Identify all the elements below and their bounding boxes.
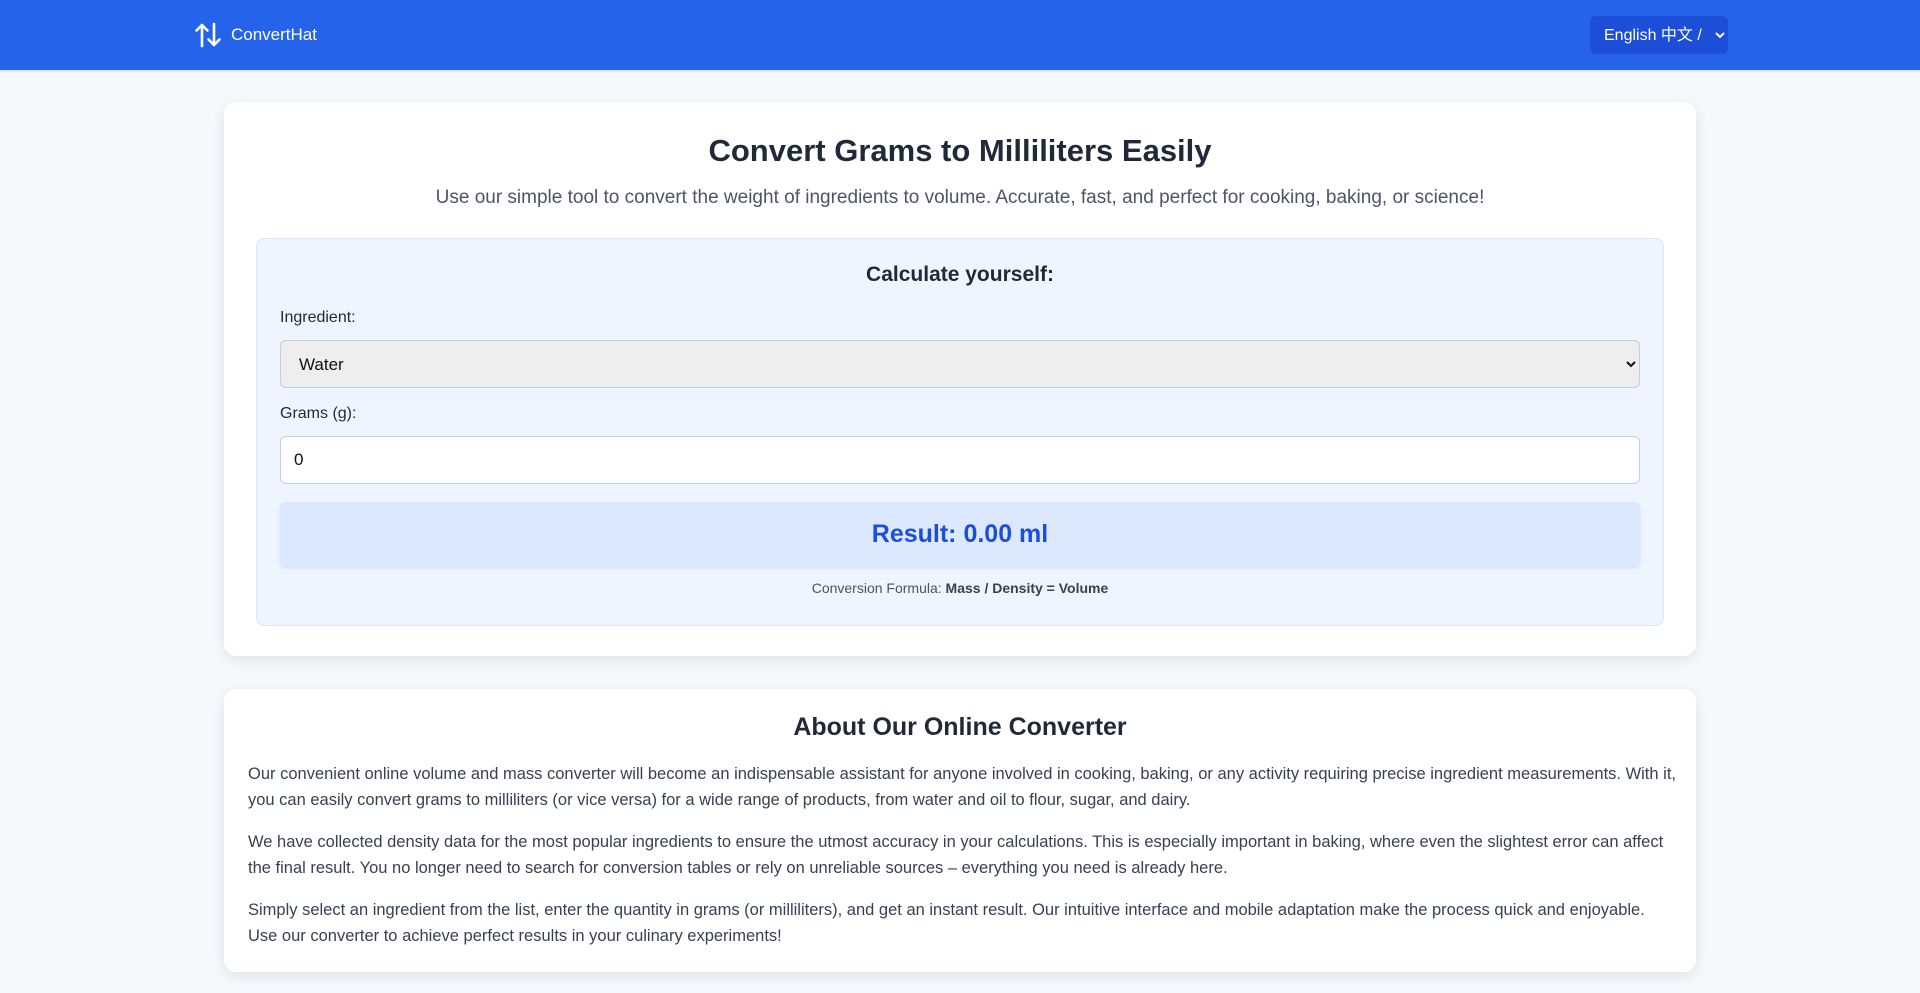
formula-prefix: Conversion Formula: bbox=[811, 580, 942, 596]
about-paragraph: Our convenient online volume and mass co… bbox=[248, 765, 1676, 809]
converter-card: Convert Grams to Milliliters Easily Use … bbox=[224, 102, 1696, 656]
arrows-up-down-icon bbox=[195, 22, 221, 48]
about-card: About Our Online Converter Our convenien… bbox=[224, 689, 1696, 972]
ingredient-label: Ingredient: bbox=[280, 309, 356, 326]
calculator-title: Calculate yourself: bbox=[866, 263, 1054, 286]
brand-name: ConvertHat bbox=[231, 25, 317, 44]
page-subtitle: Use our simple tool to convert the weigh… bbox=[435, 187, 1485, 208]
page-title: Convert Grams to Milliliters Easily bbox=[708, 133, 1212, 168]
about-title: About Our Online Converter bbox=[793, 713, 1127, 741]
about-paragraph: We have collected density data for the m… bbox=[248, 833, 1664, 877]
ingredient-select[interactable]: Water bbox=[280, 340, 1640, 388]
grams-label: Grams (g): bbox=[280, 405, 357, 422]
calculator-panel: Calculate yourself: Ingredient: Water Gr… bbox=[256, 238, 1664, 626]
result-text: Result: 0.00 ml bbox=[871, 519, 1049, 548]
language-select[interactable]: English 中文 / 🇬🇧 bbox=[1590, 16, 1728, 54]
conversion-formula: Conversion Formula: Mass / Density = Vol… bbox=[257, 580, 1663, 596]
top-navbar: ConvertHat English 中文 / 🇬🇧 bbox=[0, 0, 1920, 70]
about-paragraph: Simply select an ingredient from the lis… bbox=[248, 901, 1645, 945]
brand-link[interactable]: ConvertHat bbox=[193, 20, 317, 50]
grams-input[interactable] bbox=[280, 436, 1640, 484]
result-display: Result: 0.00 ml bbox=[280, 502, 1640, 566]
formula-text: Mass / Density = Volume bbox=[945, 580, 1109, 596]
